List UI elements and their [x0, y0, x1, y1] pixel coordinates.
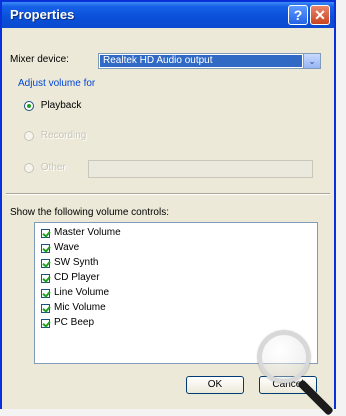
list-item-wave[interactable]: Wave — [41, 242, 79, 254]
list-item-label: Wave — [54, 242, 80, 253]
list-item-label: Master Volume — [54, 227, 121, 238]
checkbox-checked-icon[interactable] — [41, 228, 50, 238]
list-item-label: PC Beep — [54, 317, 95, 328]
radio-recording: Recording — [24, 130, 86, 141]
other-device-select — [88, 160, 313, 178]
list-item-master-volume[interactable]: Master Volume — [41, 227, 121, 239]
close-button[interactable]: ✕ — [310, 5, 330, 25]
ok-button[interactable]: OK — [186, 376, 244, 394]
radio-other: Other — [24, 162, 66, 173]
mixer-device-select[interactable]: Realtek HD Audio output ⌄ — [98, 53, 321, 69]
adjust-volume-group-title: Adjust volume for — [18, 78, 96, 89]
window-title: Properties — [10, 7, 75, 22]
checkbox-checked-icon[interactable] — [41, 288, 50, 298]
help-button[interactable]: ? — [288, 5, 308, 25]
chevron-down-icon[interactable]: ⌄ — [303, 54, 320, 68]
radio-button-icon — [24, 162, 34, 173]
separator — [6, 193, 330, 195]
list-item-cd-player[interactable]: CD Player — [41, 272, 100, 284]
list-item-label: CD Player — [54, 272, 100, 283]
checkbox-checked-icon[interactable] — [41, 273, 50, 283]
checkbox-checked-icon[interactable] — [41, 318, 50, 328]
mixer-device-label: Mixer device: — [10, 54, 69, 65]
checkbox-checked-icon[interactable] — [41, 303, 50, 313]
checkbox-checked-icon[interactable] — [41, 258, 50, 268]
list-item-label: Mic Volume — [54, 302, 106, 313]
title-bar[interactable]: Properties ? ✕ — [2, 2, 334, 28]
mixer-device-value: Realtek HD Audio output — [100, 55, 302, 67]
radio-other-label: Other — [40, 162, 66, 173]
volume-controls-label: Show the following volume controls: — [10, 207, 169, 218]
radio-playback[interactable]: Playback — [24, 100, 81, 111]
checkbox-checked-icon[interactable] — [41, 243, 50, 253]
radio-playback-label: Playback — [40, 100, 82, 111]
magnifier-icon — [258, 331, 310, 383]
radio-recording-label: Recording — [40, 130, 87, 141]
list-item-label: Line Volume — [54, 287, 110, 298]
list-item-label: SW Synth — [54, 257, 99, 268]
list-item-line-volume[interactable]: Line Volume — [41, 287, 109, 299]
radio-button-icon — [24, 130, 34, 141]
list-item-mic-volume[interactable]: Mic Volume — [41, 302, 106, 314]
radio-button-selected-icon[interactable] — [24, 100, 34, 111]
list-item-pc-beep[interactable]: PC Beep — [41, 317, 94, 329]
list-item-sw-synth[interactable]: SW Synth — [41, 257, 98, 269]
